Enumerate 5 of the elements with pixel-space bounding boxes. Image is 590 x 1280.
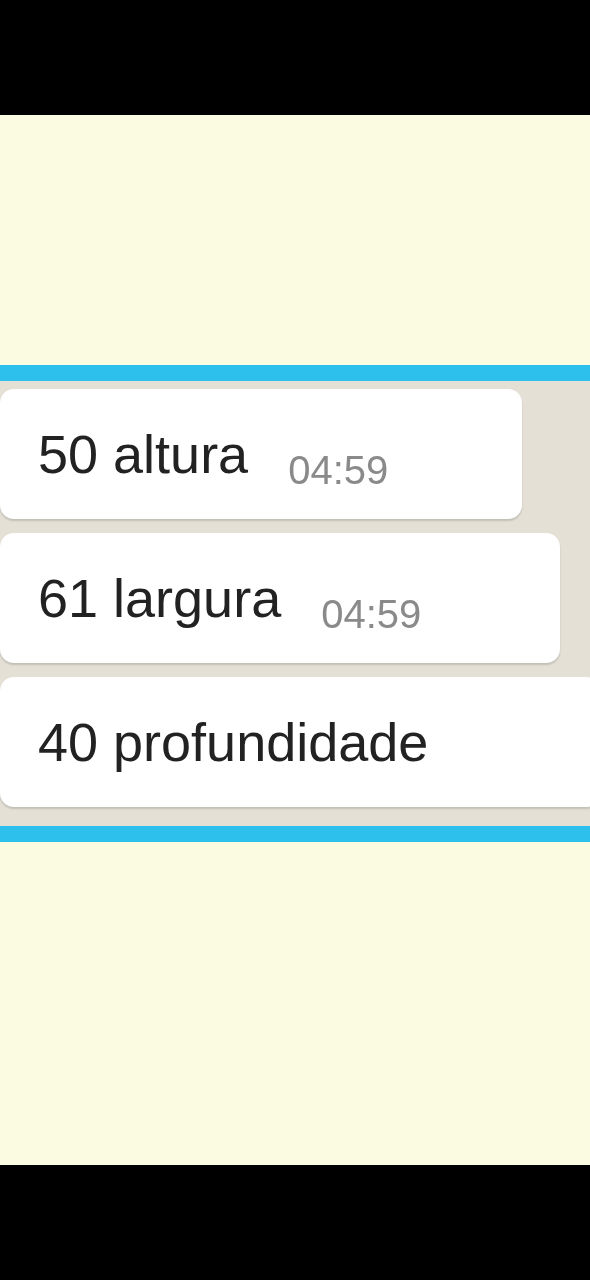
message-time: 04:59 [288, 447, 389, 494]
message-text: 50 altura [38, 422, 249, 486]
message-text: 40 profundidade [38, 710, 429, 774]
message-time: 04:59 [321, 591, 422, 638]
message-text: 61 largura [38, 566, 282, 630]
